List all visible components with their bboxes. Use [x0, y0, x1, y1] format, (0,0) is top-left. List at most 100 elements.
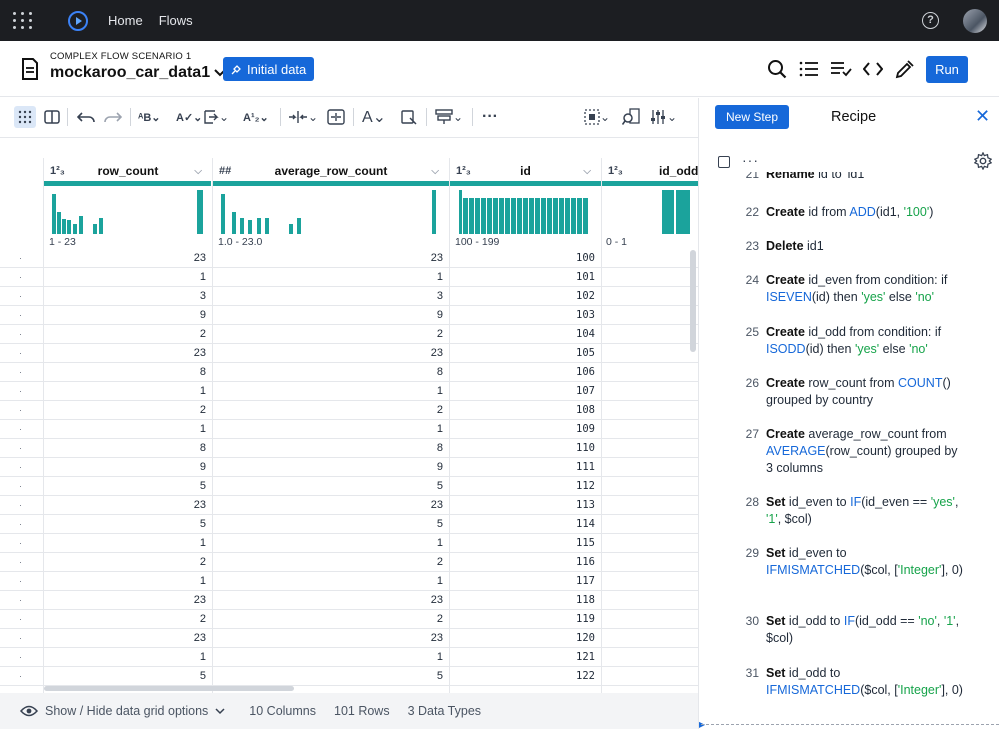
table-row[interactable]: · 23 23 120 [0, 629, 698, 648]
chevron-down-icon[interactable]: ⌵ [431, 166, 439, 177]
cell-row_count[interactable]: 5 [44, 480, 206, 492]
cell-id[interactable]: 100 [451, 252, 595, 264]
cell-row_count[interactable]: 8 [44, 442, 206, 454]
cell-row_count[interactable]: 5 [44, 518, 206, 530]
undo-icon[interactable] [77, 106, 95, 128]
nav-flows-link[interactable]: Flows [159, 13, 193, 28]
cell-average_row_count[interactable]: 2 [213, 404, 443, 416]
cell-id[interactable]: 107 [451, 385, 595, 397]
cell-average_row_count[interactable]: 23 [213, 632, 443, 644]
gear-icon[interactable] [974, 152, 992, 170]
table-row[interactable]: · 23 23 113 [0, 496, 698, 515]
cell-row_count[interactable]: 9 [44, 461, 206, 473]
columns-view-icon[interactable] [44, 106, 60, 128]
table-row[interactable]: · 5 5 112 [0, 477, 698, 496]
new-step-button[interactable]: New Step [715, 105, 789, 129]
table-row[interactable]: · 23 23 105 [0, 344, 698, 363]
column-histogram[interactable] [213, 190, 449, 234]
column-histogram[interactable] [450, 190, 601, 234]
change-type-icon[interactable]: ᴬB⌄ [138, 106, 161, 128]
redo-icon[interactable] [104, 106, 122, 128]
cell-id[interactable]: 117 [451, 575, 595, 587]
table-row[interactable]: · 1 1 101 [0, 268, 698, 287]
cell-average_row_count[interactable]: 23 [213, 347, 443, 359]
table-row[interactable]: · 1 1 109 [0, 420, 698, 439]
cell-row_count[interactable]: 23 [44, 632, 206, 644]
cell-row_count[interactable]: 5 [44, 670, 206, 682]
cell-id[interactable]: 112 [451, 480, 595, 492]
table-row[interactable]: · 1 1 121 [0, 648, 698, 667]
spellcheck-icon[interactable]: A✓⌄ [176, 106, 202, 128]
chevron-down-icon[interactable]: ⌵ [194, 166, 202, 177]
cell-average_row_count[interactable]: 9 [213, 461, 443, 473]
horizontal-scrollbar[interactable] [44, 686, 294, 691]
cell-row_count[interactable]: 8 [44, 366, 206, 378]
cell-id[interactable]: 102 [451, 290, 595, 302]
nav-home-link[interactable]: Home [108, 13, 143, 28]
table-row[interactable]: · 1 1 117 [0, 572, 698, 591]
cell-average_row_count[interactable]: 1 [213, 537, 443, 549]
run-button[interactable]: Run [926, 56, 968, 83]
cell-average_row_count[interactable]: 5 [213, 670, 443, 682]
cell-id[interactable]: 113 [451, 499, 595, 511]
text-format-icon[interactable]: A⌄ [362, 106, 386, 128]
recipe-list-check-icon[interactable] [830, 58, 852, 80]
more-icon[interactable]: ··· [482, 106, 498, 128]
cell-id[interactable]: 110 [451, 442, 595, 454]
cell-average_row_count[interactable]: 2 [213, 613, 443, 625]
chevron-down-icon[interactable]: ⌵ [583, 166, 591, 177]
more-icon[interactable]: ··· [742, 152, 759, 168]
cell-average_row_count[interactable]: 23 [213, 252, 443, 264]
cell-id[interactable]: 105 [451, 347, 595, 359]
cell-average_row_count[interactable]: 8 [213, 366, 443, 378]
initial-data-button[interactable]: Initial data [223, 57, 315, 81]
cell-average_row_count[interactable]: 2 [213, 556, 443, 568]
column-histogram[interactable] [602, 190, 698, 234]
select-all-checkbox[interactable] [718, 156, 730, 168]
cell-row_count[interactable]: 23 [44, 594, 206, 606]
table-row[interactable]: · 5 5 114 [0, 515, 698, 534]
logo-icon[interactable] [66, 9, 90, 33]
table-row[interactable]: · 23 23 118 [0, 591, 698, 610]
table-row[interactable]: · 8 8 110 [0, 439, 698, 458]
vertical-scrollbar[interactable] [690, 250, 696, 352]
table-row[interactable]: · 1 1 115 [0, 534, 698, 553]
cell-average_row_count[interactable]: 5 [213, 480, 443, 492]
cell-id[interactable]: 114 [451, 518, 595, 530]
cell-average_row_count[interactable]: 1 [213, 575, 443, 587]
cell-average_row_count[interactable]: 23 [213, 499, 443, 511]
cell-row_count[interactable]: 23 [44, 252, 206, 264]
table-row[interactable]: · 9 9 103 [0, 306, 698, 325]
close-icon[interactable]: ✕ [975, 106, 990, 127]
cell-average_row_count[interactable]: 2 [213, 328, 443, 340]
cell-row_count[interactable]: 3 [44, 290, 206, 302]
cell-id[interactable]: 120 [451, 632, 595, 644]
merge-columns-icon[interactable] [327, 106, 345, 128]
cell-row_count[interactable]: 23 [44, 347, 206, 359]
cell-id[interactable]: 121 [451, 651, 595, 663]
cell-id[interactable]: 101 [451, 271, 595, 283]
code-icon[interactable] [862, 58, 884, 80]
cell-id[interactable]: 111 [451, 461, 595, 473]
cell-average_row_count[interactable]: 5 [213, 518, 443, 530]
cell-average_row_count[interactable]: 1 [213, 423, 443, 435]
table-row[interactable]: · 2 2 116 [0, 553, 698, 572]
table-row[interactable]: · 8 8 106 [0, 363, 698, 382]
cell-id[interactable]: 108 [451, 404, 595, 416]
show-hide-grid-options[interactable]: Show / Hide data grid options [20, 704, 225, 718]
format-icon[interactable]: ⌄ [203, 106, 229, 128]
cell-row_count[interactable]: 1 [44, 385, 206, 397]
cell-id[interactable]: 106 [451, 366, 595, 378]
table-row[interactable]: · 1 1 107 [0, 382, 698, 401]
cell-average_row_count[interactable]: 9 [213, 309, 443, 321]
split-column-icon[interactable]: ⌄ [288, 106, 318, 128]
dataset-title[interactable]: mockaroo_car_data1 [50, 64, 226, 82]
cell-row_count[interactable]: 2 [44, 328, 206, 340]
list-icon[interactable] [798, 58, 820, 80]
column-histogram[interactable] [44, 190, 212, 234]
cell-id[interactable]: 115 [451, 537, 595, 549]
grid-view-icon[interactable] [14, 106, 36, 128]
table-row[interactable]: · 5 5 122 [0, 667, 698, 686]
cell-id[interactable]: 116 [451, 556, 595, 568]
cell-average_row_count[interactable]: 3 [213, 290, 443, 302]
